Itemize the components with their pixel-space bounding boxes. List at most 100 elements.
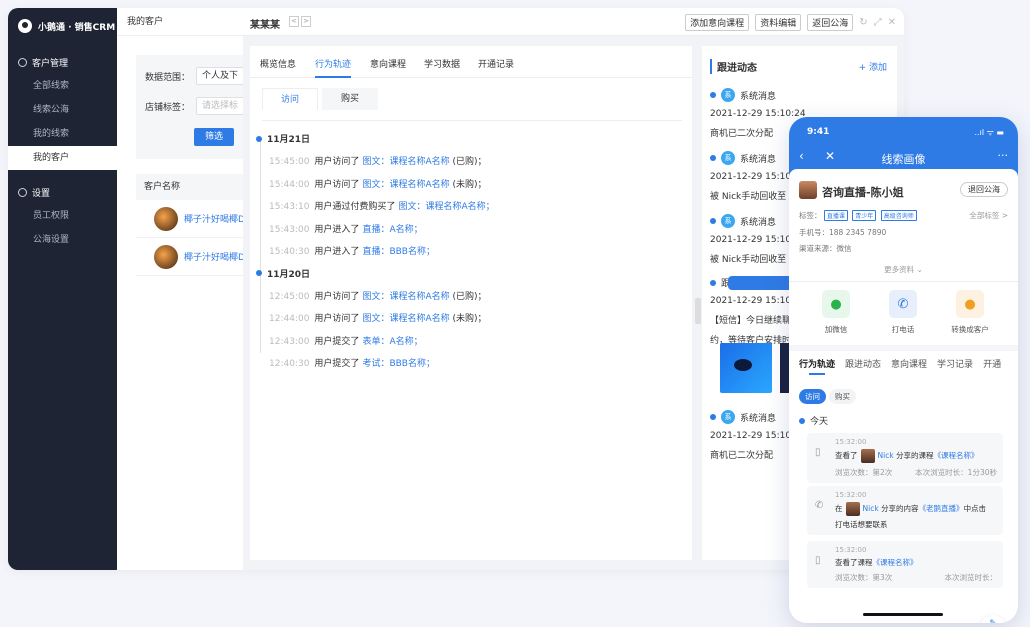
return-pool-button[interactable]: 返回公海 — [807, 14, 854, 31]
book-icon: ▯ — [815, 447, 821, 458]
sidebar-item-all-leads[interactable]: 全部线索 — [8, 74, 117, 98]
more-icon[interactable]: ··· — [998, 149, 1009, 162]
next-icon[interactable]: > — [301, 16, 311, 27]
subtabs: 访问 购买 — [262, 88, 382, 110]
date-label: 11月21日 — [267, 135, 311, 145]
all-tags-link[interactable]: 全部标签 > — [969, 210, 1008, 221]
list-item[interactable]: ✆ 15:32:00 在 Nick 分享的内容《老鹅直播》中点击 打电话想要联系 — [807, 486, 1003, 535]
status-time: 9:41 — [807, 127, 830, 137]
convert-customer-button[interactable]: ● 转换成客户 — [940, 290, 1000, 335]
action-label: 打电话 — [891, 325, 915, 334]
return-pool-button[interactable]: 退回公海 — [960, 182, 1008, 197]
app-title: 小鹅通 · 销售CRM — [38, 22, 116, 33]
pager: < > — [289, 16, 311, 27]
event-link[interactable]: 图文：课程名称A名称 — [362, 157, 449, 167]
call-button[interactable]: ✆ 打电话 — [873, 290, 933, 335]
record-link[interactable]: 《课程名称》 — [873, 558, 918, 567]
tags-label: 标签： — [799, 211, 822, 220]
record-link[interactable]: 《课程名称》 — [934, 451, 979, 460]
tab-enroll-records[interactable]: 开通记录 — [478, 57, 514, 70]
tab-behavior[interactable]: 行为轨迹 — [799, 357, 835, 375]
follow-item[interactable]: 记跟进记录2021-12-29 15:10:【短信】今日继续聊约，等待客户安排时 — [710, 275, 904, 346]
avatar — [799, 181, 817, 199]
list-item[interactable]: ▯ 15:32:00 查看了 Nick 分享的课程《课程名称》 浏览次数：第2次 … — [807, 433, 1003, 483]
tab-intent[interactable]: 意向课程 — [891, 357, 927, 370]
prev-icon[interactable]: < — [289, 16, 299, 27]
follow-item[interactable]: 系系统消息 2021-12-29 15:10: 被 Nick手动回收至 — [710, 151, 794, 202]
table-row[interactable]: 椰子汁好喝椰D — [136, 238, 251, 276]
event-time: 15:43:00 — [269, 224, 310, 235]
follow-item[interactable]: 系系统消息 2021-12-29 15:10: 被 Nick手动回收至 — [710, 214, 794, 265]
event-link[interactable]: 表单：A名称； — [362, 337, 422, 347]
follow-date: 2021-12-29 15:10: — [710, 431, 795, 441]
tab-follow[interactable]: 跟进动态 — [845, 357, 881, 370]
avatar — [860, 449, 875, 463]
system-badge-icon: 系 — [721, 88, 735, 102]
follow-up-fab[interactable]: ✎ 跟进 — [980, 615, 1006, 623]
follow-item-head: 系系统消息 — [710, 151, 794, 165]
record-link[interactable]: 《老鹅直播》 — [919, 504, 964, 513]
record-user[interactable]: Nick — [863, 504, 879, 513]
tab-study-data[interactable]: 学习数据 — [424, 57, 460, 70]
tab-study[interactable]: 学习记录 — [937, 357, 973, 370]
timeline-date: 11月20日 — [256, 267, 310, 280]
event-link[interactable]: 直播：A名称； — [362, 225, 422, 235]
tab-enroll[interactable]: 开通 — [983, 357, 1001, 370]
tag-select[interactable]: 请选择标 — [196, 97, 247, 115]
expand-icon[interactable]: ⤢ — [874, 17, 882, 28]
event-tail: (已购)； — [449, 291, 487, 302]
sidebar-item-lead-pool[interactable]: 线索公海 — [8, 98, 117, 122]
today-label: 今天 — [810, 417, 829, 427]
record-time: 15:32:00 — [835, 491, 867, 499]
add-follow-button[interactable]: + 添加 — [859, 60, 887, 73]
event-link[interactable]: 图文：课程名称A名称 — [362, 314, 449, 324]
sidebar-item-my-customers[interactable]: 我的客户 — [8, 146, 117, 170]
follow-date: 2021-12-29 15:10: — [710, 172, 795, 182]
range-select[interactable]: 个人及下 — [196, 67, 247, 85]
edit-profile-button[interactable]: 资料编辑 — [755, 14, 802, 31]
tab-overview[interactable]: 概览信息 — [260, 57, 296, 70]
drag-handle[interactable] — [695, 298, 701, 324]
follow-item[interactable]: 系系统消息 2021-12-29 15:10: 商机已二次分配 — [710, 410, 794, 461]
tab-behavior[interactable]: 行为轨迹 — [315, 57, 352, 78]
event-link[interactable]: 考试：BBB名称； — [362, 359, 435, 369]
event-link[interactable]: 图文：课程名称A名称； — [398, 202, 494, 212]
sidebar-item-staff[interactable]: 员工权限 — [8, 204, 117, 228]
subtab-purchase[interactable]: 购买 — [322, 88, 378, 110]
follow-text: 被 Nick手动回收至 — [710, 192, 787, 202]
record-user[interactable]: Nick — [878, 451, 894, 460]
close-icon[interactable]: ✕ — [888, 17, 896, 28]
pill-purchase[interactable]: 购买 — [829, 389, 856, 404]
sidebar-item-pool-settings[interactable]: 公海设置 — [8, 228, 117, 252]
app-logo[interactable]: 小鹅通 · 销售CRM — [8, 8, 117, 44]
source-channel: 渠道来源：微信 — [799, 244, 852, 253]
list-item[interactable]: ▯ 15:32:00 查看了课程《课程名称》 浏览次数：第3次 本次浏览时长： — [807, 541, 1003, 588]
detail-header: 某某某 < > 添加意向课程 资料编辑 返回公海 ↻ ⤢ ✕ — [243, 8, 904, 36]
event-link[interactable]: 图文：课程名称A名称 — [362, 292, 449, 302]
table-row[interactable]: 椰子汁好喝椰D — [136, 200, 251, 238]
customer-name[interactable]: 椰子汁好喝椰D — [184, 212, 245, 225]
refresh-icon[interactable]: ↻ — [859, 17, 867, 28]
event-time: 15:44:00 — [269, 179, 310, 190]
tags-row: 标签： 直播课 青少年 高级咨询师 — [799, 210, 919, 221]
follow-image[interactable] — [720, 343, 772, 393]
nav-group-customer[interactable]: 客户管理 — [8, 50, 117, 74]
event-link[interactable]: 直播：BBB名称； — [362, 247, 435, 257]
tab-intent-course[interactable]: 意向课程 — [370, 57, 406, 70]
view-count: 浏览次数：第2次 — [835, 468, 893, 477]
pill-visit[interactable]: 访问 — [799, 389, 826, 404]
more-info-link[interactable]: 更多资料 ⌄ — [789, 264, 1018, 275]
sidebar-item-my-leads[interactable]: 我的线索 — [8, 122, 117, 146]
event-link[interactable]: 图文：课程名称A名称 — [362, 180, 449, 190]
sidebar: 小鹅通 · 销售CRM 客户管理 全部线索 线索公海 我的线索 我的客户 设置 … — [8, 8, 117, 570]
follow-title: 跟进动态 — [710, 59, 757, 74]
action-label: 转换成客户 — [951, 325, 989, 334]
nav-group-settings[interactable]: 设置 — [8, 180, 117, 204]
subtab-visit[interactable]: 访问 — [262, 88, 318, 110]
divider — [789, 345, 1018, 351]
add-wechat-button[interactable]: ● 加微信 — [806, 290, 866, 335]
customer-name[interactable]: 椰子汁好喝椰D — [184, 250, 245, 263]
filter-button[interactable]: 筛选 — [194, 128, 234, 146]
add-intent-course-button[interactable]: 添加意向课程 — [685, 14, 750, 31]
status-icons: ..ıl ᯤ ▬ — [974, 128, 1004, 137]
